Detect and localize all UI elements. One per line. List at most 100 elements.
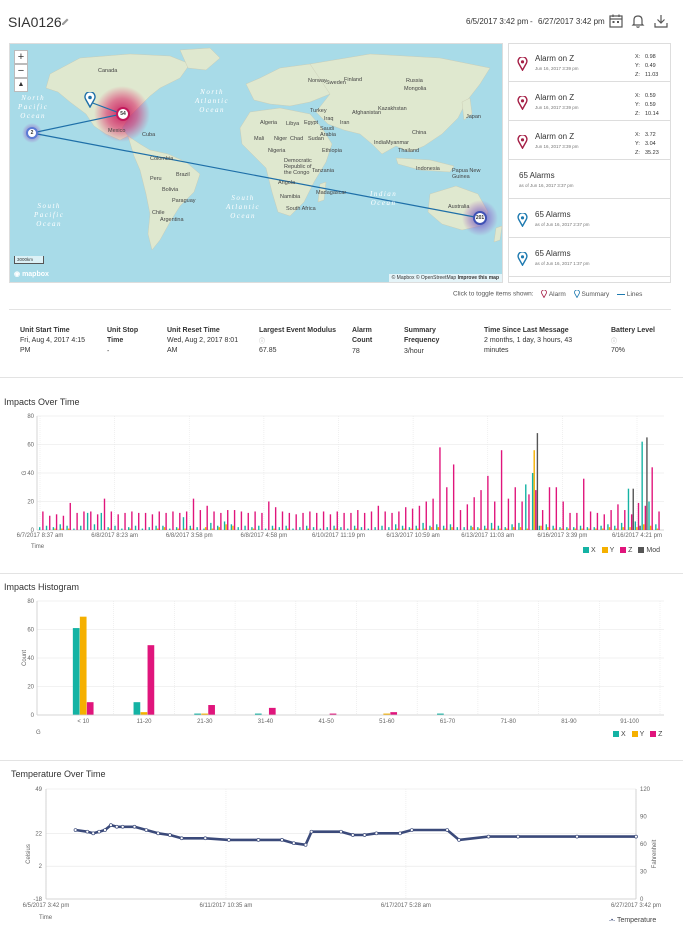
bar[interactable] (655, 524, 657, 530)
bar[interactable] (261, 512, 263, 530)
bar[interactable] (162, 525, 164, 530)
bar[interactable] (203, 528, 205, 530)
bar[interactable] (148, 527, 150, 530)
bar[interactable] (632, 488, 634, 530)
bar[interactable] (329, 514, 332, 530)
bar[interactable] (367, 528, 370, 530)
bar[interactable] (172, 511, 174, 530)
zoom-out-button[interactable]: − (14, 64, 28, 78)
bar[interactable] (281, 511, 284, 530)
temperature-legend[interactable]: -•- Temperature (609, 917, 656, 924)
bar[interactable] (73, 528, 75, 530)
cluster-marker[interactable]: 201 (473, 211, 487, 225)
alarm-list-item[interactable]: Alarm on Z Jun 16, 2017 3:39 pm X: 0.98 Y: 0.… (509, 44, 670, 82)
legend-y[interactable]: Y (601, 547, 614, 554)
data-point[interactable] (109, 823, 113, 827)
alarm-list-item[interactable]: 65 Alarms (509, 278, 670, 282)
bar[interactable] (470, 525, 472, 530)
date-range-end[interactable]: 6/27/2017 3:42 pm (538, 17, 605, 26)
bar[interactable] (560, 528, 563, 530)
bar[interactable] (107, 527, 109, 530)
bar[interactable] (456, 527, 459, 530)
bar[interactable] (93, 524, 96, 530)
data-point[interactable] (114, 824, 119, 829)
data-point[interactable] (103, 828, 107, 832)
compass-button[interactable]: ▲ (14, 78, 28, 92)
bar[interactable] (545, 524, 548, 530)
bar[interactable] (624, 510, 626, 530)
bar[interactable] (601, 528, 604, 530)
bar[interactable] (459, 510, 462, 530)
bar[interactable] (554, 528, 556, 530)
bar[interactable] (45, 525, 48, 530)
bar[interactable] (141, 528, 144, 530)
bar[interactable] (307, 528, 309, 530)
bar[interactable] (630, 514, 633, 530)
bar[interactable] (225, 524, 227, 530)
bar[interactable] (196, 527, 198, 530)
bar[interactable] (401, 525, 404, 530)
bar[interactable] (268, 707, 276, 715)
bar[interactable] (340, 527, 342, 530)
bar[interactable] (398, 511, 400, 530)
bar[interactable] (360, 527, 363, 530)
data-point[interactable] (409, 828, 414, 832)
bar[interactable] (614, 525, 616, 530)
bar[interactable] (62, 515, 65, 530)
data-point[interactable] (339, 829, 343, 834)
bar[interactable] (629, 527, 631, 530)
bar[interactable] (497, 525, 500, 530)
bar[interactable] (169, 528, 171, 530)
bar[interactable] (425, 501, 427, 531)
bar[interactable] (525, 484, 527, 530)
data-point[interactable] (634, 834, 638, 839)
bar[interactable] (521, 501, 523, 531)
bar[interactable] (531, 473, 534, 530)
bar[interactable] (637, 502, 640, 530)
bar[interactable] (184, 528, 186, 530)
data-point[interactable] (97, 829, 101, 834)
data-point[interactable] (309, 829, 314, 834)
bar[interactable] (603, 514, 605, 530)
bar[interactable] (540, 525, 542, 530)
bar[interactable] (254, 511, 256, 530)
bar[interactable] (287, 528, 289, 530)
bar[interactable] (547, 527, 549, 530)
data-point[interactable] (85, 829, 90, 834)
bar[interactable] (49, 515, 51, 530)
temperature-line[interactable] (75, 823, 637, 847)
bar[interactable] (519, 527, 522, 530)
bar[interactable] (336, 511, 338, 530)
bar[interactable] (391, 512, 393, 530)
bar[interactable] (128, 527, 130, 530)
alarm-list-item[interactable]: 65 Alarms as of Jun 16, 2017 3:37 pm (509, 161, 670, 199)
bar[interactable] (114, 525, 116, 530)
bar[interactable] (206, 505, 208, 530)
improve-map-link[interactable]: Improve this map (458, 275, 499, 281)
bar[interactable] (446, 487, 448, 530)
bar[interactable] (471, 527, 474, 530)
bar[interactable] (432, 498, 434, 530)
bar[interactable] (559, 527, 561, 530)
bar[interactable] (567, 528, 570, 530)
bar[interactable] (237, 527, 239, 530)
bar[interactable] (377, 505, 380, 530)
data-point[interactable] (398, 831, 402, 836)
bar[interactable] (271, 525, 274, 530)
bar[interactable] (658, 511, 660, 530)
bar[interactable] (581, 528, 583, 530)
data-point[interactable] (280, 838, 284, 842)
bar[interactable] (204, 527, 207, 530)
bar[interactable] (66, 525, 68, 530)
bar[interactable] (52, 527, 55, 530)
bar[interactable] (223, 521, 226, 530)
bar[interactable] (583, 478, 585, 530)
cluster-marker[interactable]: 2 (26, 127, 38, 139)
bar[interactable] (566, 527, 568, 530)
bar[interactable] (415, 525, 417, 530)
legend-x[interactable]: X (583, 547, 596, 554)
alarm-list-item[interactable]: Alarm on Z Jun 16, 2017 3:39 pm X: 3.72 Y: 3.… (509, 122, 670, 160)
bar[interactable] (353, 525, 356, 530)
bar[interactable] (477, 527, 479, 530)
bar[interactable] (39, 527, 41, 530)
